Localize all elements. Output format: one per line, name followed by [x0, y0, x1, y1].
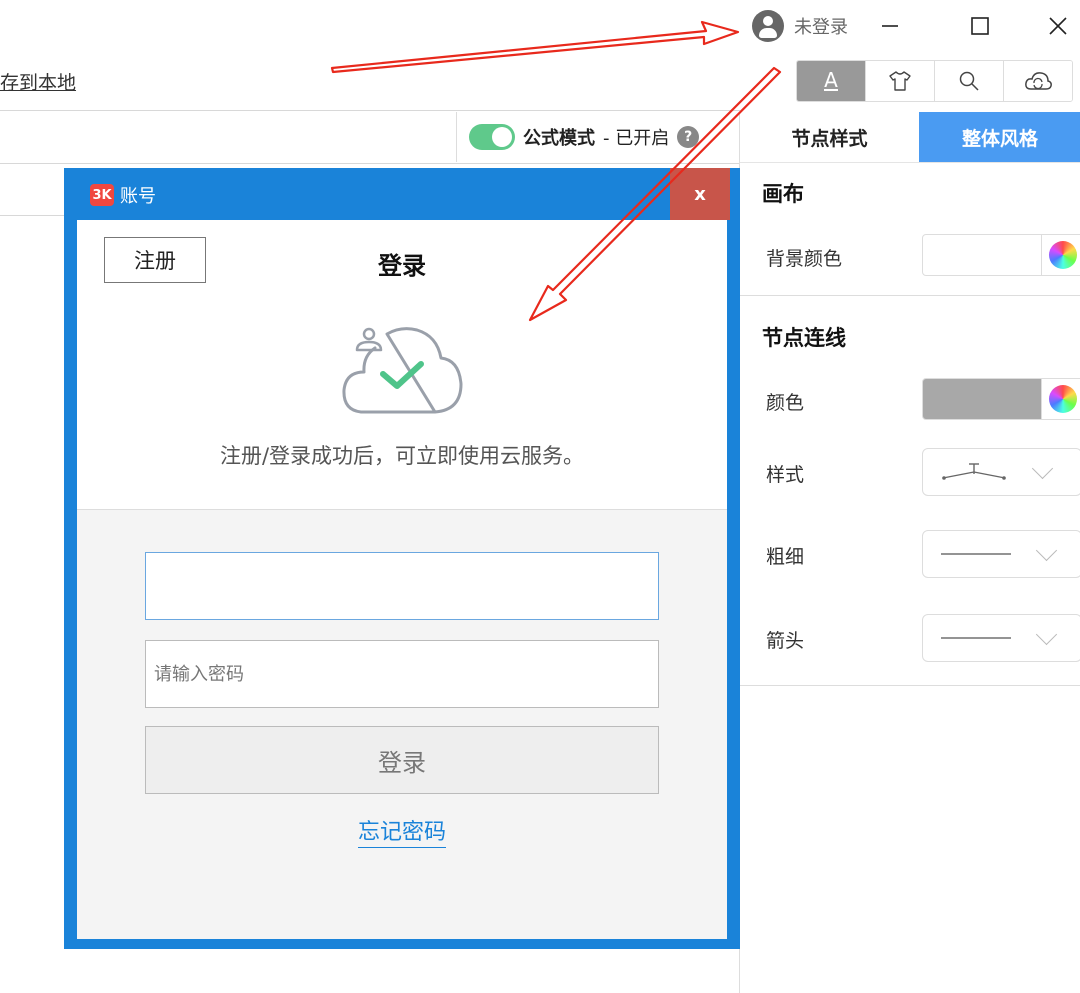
minimize-icon — [882, 25, 898, 27]
theme-button[interactable] — [866, 61, 935, 101]
divider — [740, 295, 1080, 296]
tab-node-style[interactable]: 节点样式 — [740, 112, 919, 163]
dialog-title-bar: 3K 账号 — [90, 182, 156, 208]
line-color-swatch[interactable] — [922, 378, 1042, 420]
thin-line-icon — [941, 553, 1011, 555]
panel-tabs: 节点样式 整体风格 — [740, 112, 1080, 163]
line-style-icon — [942, 463, 1006, 480]
forgot-password-link[interactable]: 忘记密码 — [357, 820, 446, 848]
color-wheel-icon — [1048, 241, 1077, 269]
bg-color-label: 背景颜色 — [766, 248, 843, 270]
line-thickness-label: 粗细 — [766, 546, 805, 568]
search-button[interactable] — [935, 61, 1004, 101]
divider — [0, 110, 740, 111]
arrow-label: 箭头 — [766, 630, 805, 652]
no-arrow-line-icon — [941, 637, 1011, 639]
line-color-picker[interactable] — [1042, 378, 1080, 420]
close-icon — [1049, 17, 1067, 35]
style-panel: 节点样式 整体风格 画布 背景颜色 节点连线 颜色 样式 粗细 箭头 — [739, 112, 1080, 993]
chevron-down-icon — [1035, 623, 1058, 645]
divider — [0, 163, 740, 164]
text-style-button[interactable]: A — [797, 61, 866, 101]
color-wheel-icon — [1048, 385, 1077, 413]
username-input[interactable] — [145, 552, 659, 620]
dialog-body: 注册 登录 注册/登录成功后，可立即使用云服务。 登录 忘记密码 — [77, 220, 727, 939]
line-style-dropdown[interactable] — [922, 448, 1080, 496]
title-bar — [0, 0, 1080, 52]
line-thickness-dropdown[interactable] — [922, 530, 1080, 578]
toolbar-button-group: A — [796, 60, 1073, 102]
tshirt-icon — [889, 71, 911, 91]
text-style-icon: A — [824, 68, 838, 92]
save-local-link[interactable]: 存到本地 — [0, 68, 76, 95]
canvas-section-title: 画布 — [762, 182, 804, 206]
help-icon[interactable]: ? — [677, 126, 700, 148]
cloud-user-check-icon — [342, 327, 463, 414]
formula-mode-label: 公式模式 — [523, 128, 595, 149]
divider — [740, 685, 1080, 686]
tab-overall-style[interactable]: 整体风格 — [919, 112, 1080, 163]
dialog-close-button[interactable]: x — [670, 168, 730, 220]
bg-color-swatch[interactable] — [922, 234, 1042, 276]
login-title: 登录 — [378, 252, 426, 280]
node-line-section-title: 节点连线 — [762, 326, 846, 350]
formula-mode-status: - 已开启 — [603, 128, 670, 149]
user-account-area[interactable]: 未登录 — [752, 8, 848, 44]
chevron-down-icon — [1031, 457, 1054, 479]
login-button[interactable]: 登录 — [145, 726, 659, 794]
arrow-dropdown[interactable] — [922, 614, 1080, 662]
maximize-button[interactable] — [960, 6, 1000, 46]
cloud-sync-button[interactable] — [1004, 61, 1072, 101]
minimize-button[interactable] — [870, 6, 910, 46]
formula-mode-bar: 公式模式 - 已开启 ? — [456, 112, 739, 162]
line-style-label: 样式 — [766, 464, 805, 486]
search-icon — [959, 71, 979, 91]
account-dialog: 3K 账号 x 注册 登录 注册/登录成功后，可立即使用云服务。 登录 忘记密码 — [64, 168, 740, 949]
password-input[interactable] — [145, 640, 659, 708]
window-close-button[interactable] — [1038, 6, 1078, 46]
line-color-label: 颜色 — [766, 392, 805, 414]
user-avatar-icon[interactable] — [752, 10, 784, 42]
maximize-icon — [971, 17, 989, 35]
cloud-sync-icon — [1025, 72, 1052, 90]
login-form: 登录 忘记密码 — [77, 509, 727, 939]
cloud-service-tip: 注册/登录成功后，可立即使用云服务。 — [219, 444, 585, 468]
dialog-title: 账号 — [120, 186, 156, 207]
chevron-down-icon — [1035, 539, 1058, 561]
forgot-password-row: 忘记密码 — [77, 814, 727, 848]
bg-color-picker[interactable] — [1042, 234, 1080, 276]
formula-mode-toggle[interactable] — [469, 124, 515, 150]
app-logo-icon: 3K — [90, 184, 114, 206]
login-status-text[interactable]: 未登录 — [794, 13, 848, 39]
